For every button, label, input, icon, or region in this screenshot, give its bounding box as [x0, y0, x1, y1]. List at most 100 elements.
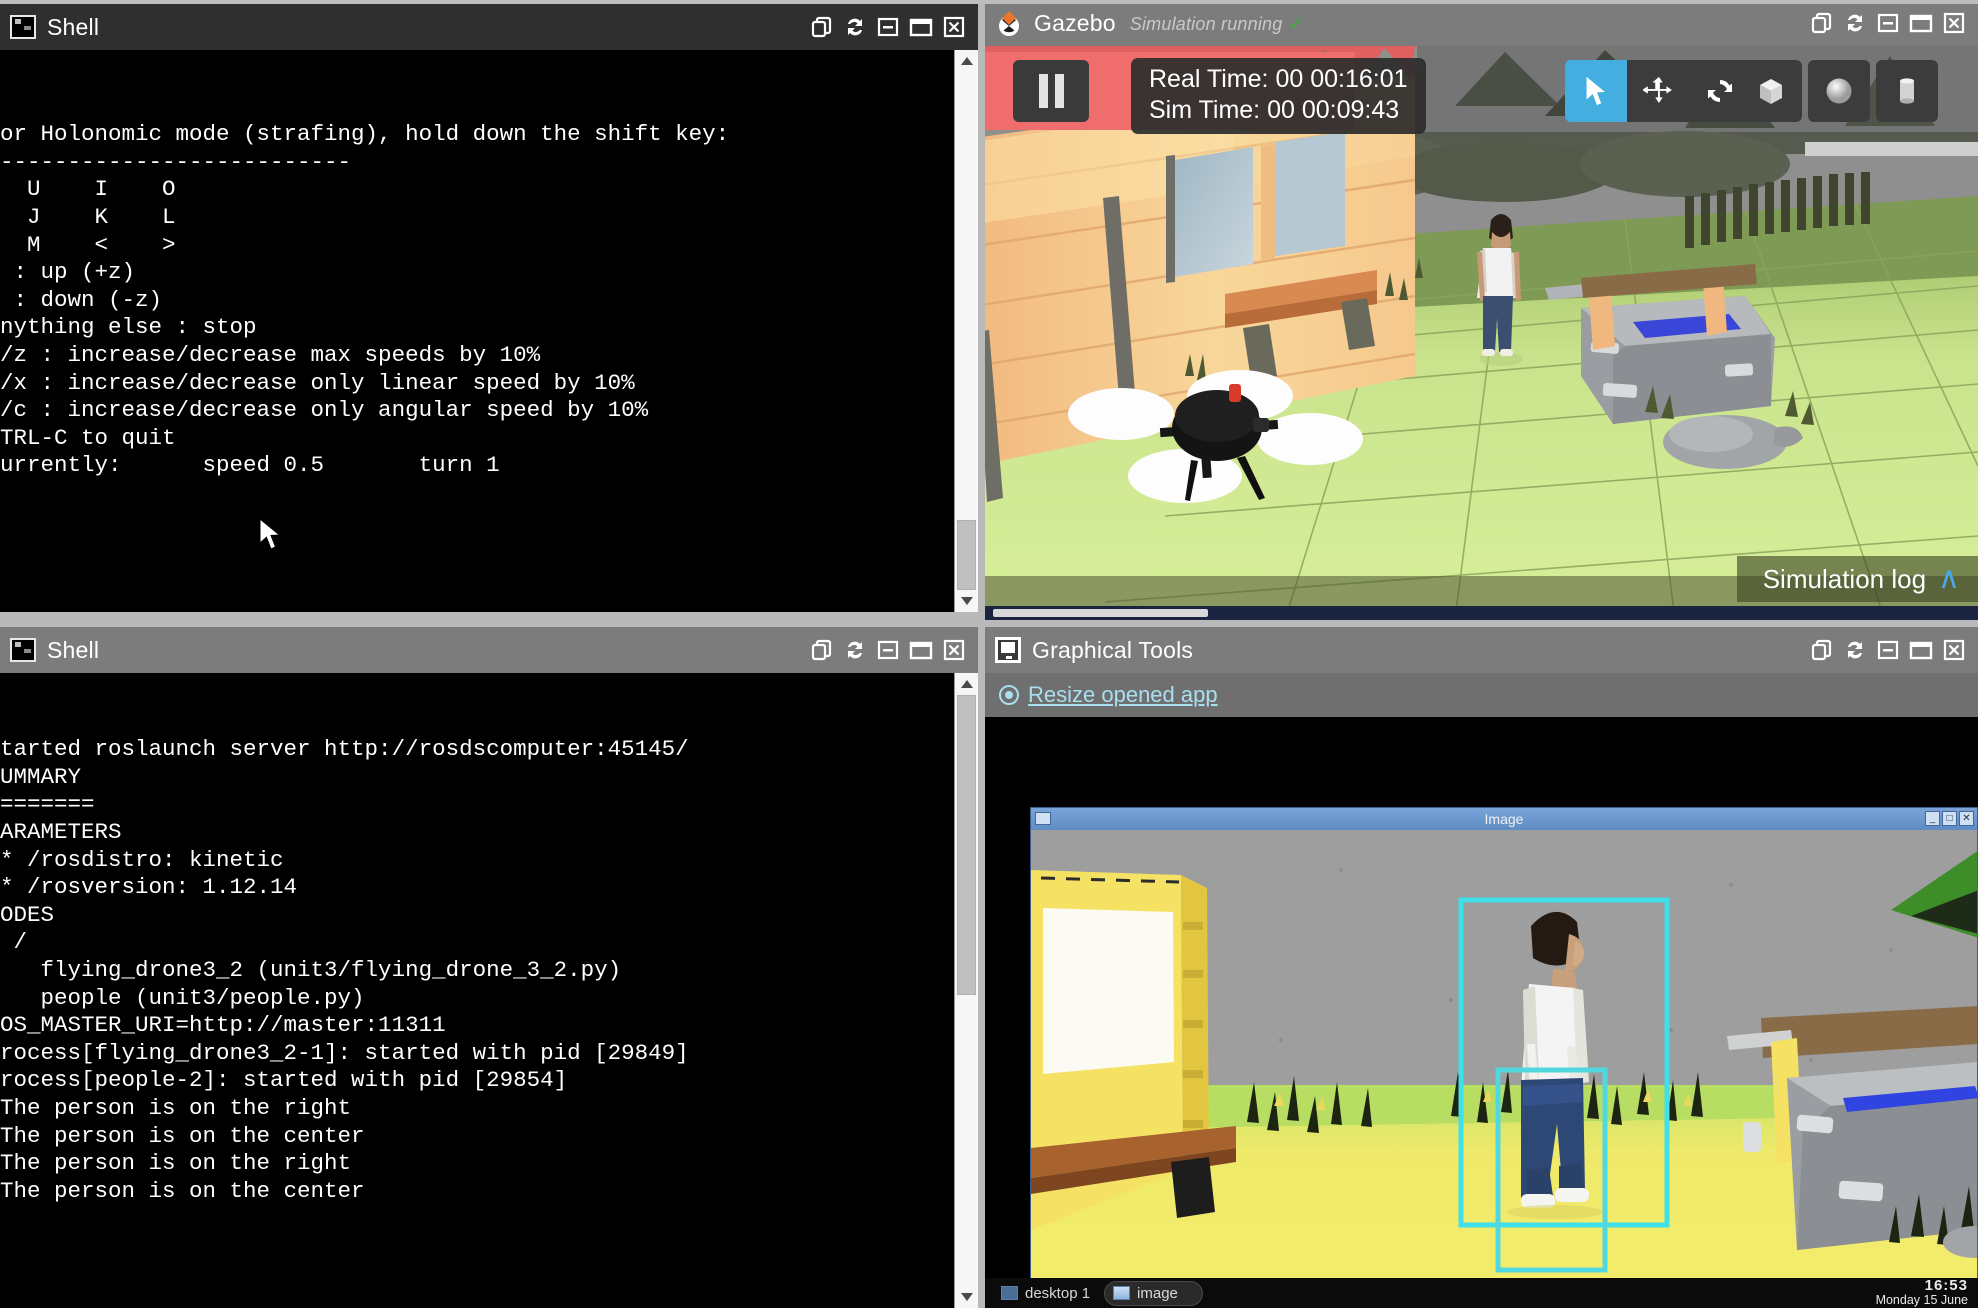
terminal-line: : up (+z) — [0, 259, 136, 286]
scrollbar-thumb[interactable] — [957, 520, 976, 590]
gazebo-transform-tools — [1565, 60, 1751, 122]
gazebo-titlebar[interactable]: Gazebo Simulation running ✓ — [985, 0, 1978, 46]
minimize-icon[interactable] — [1876, 638, 1900, 662]
minimize-icon[interactable] — [1876, 11, 1900, 35]
terminal-line: /x : increase/decrease only linear speed… — [0, 369, 635, 396]
shell-bottom-titlebar[interactable]: Shell — [0, 627, 978, 673]
simulation-log-label: Simulation log — [1762, 563, 1927, 594]
maximize-icon[interactable] — [1909, 11, 1933, 35]
taskbar-item-label: image — [1137, 1284, 1178, 1302]
close-icon[interactable] — [1942, 638, 1966, 662]
restore-icon[interactable] — [810, 638, 834, 662]
restore-icon[interactable] — [1810, 11, 1834, 35]
graphical-tools-window-controls — [1810, 638, 1970, 662]
gazebo-horizontal-scrollbar[interactable] — [985, 606, 1978, 620]
left-horizontal-divider[interactable] — [0, 612, 978, 627]
restore-icon[interactable] — [1810, 638, 1834, 662]
taskbar-item-image[interactable]: image — [1104, 1280, 1203, 1306]
gazebo-hscroll-thumb[interactable] — [993, 609, 1208, 617]
terminal-line: rocess[people-2]: started with pid [2985… — [0, 1067, 568, 1094]
terminal-line: M < > — [0, 231, 176, 258]
restore-icon[interactable] — [810, 15, 834, 39]
terminal-line: tarted roslaunch server http://rosdscomp… — [0, 736, 689, 763]
window-shell-bottom: Shell tarted roslaunch server http://ros… — [0, 627, 978, 1308]
scrollbar-track[interactable] — [955, 695, 978, 1286]
terminal-icon — [10, 15, 36, 39]
maximize-icon[interactable] — [909, 15, 933, 39]
maximize-icon[interactable] — [909, 638, 933, 662]
simulation-log-toggle[interactable]: Simulation log ∧ — [1736, 556, 1978, 602]
terminal-line: UMMARY — [0, 763, 82, 790]
minimize-icon[interactable] — [876, 15, 900, 39]
refresh-icon[interactable] — [1843, 11, 1867, 35]
resize-radio-icon[interactable] — [999, 685, 1019, 705]
vertical-divider[interactable] — [978, 0, 985, 1308]
image-window-title: Image — [1484, 811, 1524, 827]
terminal-icon — [10, 638, 36, 662]
insert-box-shape[interactable] — [1740, 60, 1802, 122]
pause-button[interactable] — [1013, 60, 1089, 122]
scroll-down-icon[interactable] — [955, 590, 978, 612]
scroll-up-icon[interactable] — [955, 50, 978, 72]
terminal-line: The person is on the right — [0, 1150, 352, 1177]
shell-bottom-scrollbar[interactable] — [954, 673, 978, 1308]
maximize-icon[interactable]: □ — [1942, 811, 1957, 826]
maximize-icon[interactable] — [1909, 638, 1933, 662]
shell-top-terminal-text: or Holonomic mode (strafing), hold down … — [0, 105, 978, 480]
terminal-line: urrently: speed 0.5 turn 1 — [0, 452, 500, 479]
terminal-line: ODES — [0, 901, 55, 928]
close-icon[interactable]: ✕ — [1959, 811, 1974, 826]
terminal-line: TRL-C to quit — [0, 424, 176, 451]
sim-time-label: Sim Time: — [1149, 96, 1261, 124]
vnc-taskbar: desktop 1 image 16:53 Monday 15 June — [985, 1278, 1978, 1308]
scrollbar-track[interactable] — [955, 72, 978, 590]
close-icon[interactable] — [1942, 11, 1966, 35]
gazebo-icon — [995, 9, 1023, 37]
scroll-up-icon[interactable] — [955, 673, 978, 695]
refresh-icon[interactable] — [843, 638, 867, 662]
shell-bottom-title: Shell — [47, 636, 100, 663]
drone-camera-feed — [1031, 830, 1977, 1308]
graphical-tools-titlebar[interactable]: Graphical Tools — [985, 627, 1978, 673]
graphical-tools-title: Graphical Tools — [1032, 636, 1194, 663]
real-time-value: 00 00:16:01 — [1275, 65, 1408, 93]
select-tool[interactable] — [1565, 60, 1627, 122]
image-window-titlebar[interactable]: Image _ □ ✕ — [1031, 808, 1977, 830]
vnc-canvas[interactable]: Image _ □ ✕ desktop 1 image 16:53 Monday… — [985, 717, 1978, 1308]
shell-bottom-terminal-text: tarted roslaunch server http://rosdscomp… — [0, 728, 978, 1205]
terminal-line: U I O — [0, 176, 176, 203]
desktop-root: Shell or Holonomic mode (strafing), hold… — [0, 0, 1978, 1308]
minimize-icon[interactable]: _ — [1925, 811, 1940, 826]
gazebo-status: Simulation running ✓ — [1130, 11, 1306, 36]
close-icon[interactable] — [942, 638, 966, 662]
terminal-line: OS_MASTER_URI=http://master:11311 — [0, 1012, 446, 1039]
real-time-label: Real Time: — [1149, 65, 1269, 93]
refresh-icon[interactable] — [843, 15, 867, 39]
resize-opened-app-link[interactable]: Resize opened app — [1028, 682, 1218, 708]
right-horizontal-divider[interactable] — [985, 620, 1978, 627]
shell-top-titlebar[interactable]: Shell — [0, 4, 978, 50]
sim-time-row: Sim Time: 00 00:09:43 — [1149, 95, 1408, 126]
terminal-line: /z : increase/decrease max speeds by 10% — [0, 341, 541, 368]
shell-top-scrollbar[interactable] — [954, 50, 978, 612]
insert-cylinder-shape[interactable] — [1876, 60, 1938, 122]
scroll-down-icon[interactable] — [955, 1286, 978, 1308]
scrollbar-thumb[interactable] — [957, 695, 976, 995]
window-shell-top: Shell or Holonomic mode (strafing), hold… — [0, 4, 978, 612]
close-icon[interactable] — [942, 15, 966, 39]
desktop-switcher[interactable]: desktop 1 — [993, 1283, 1098, 1304]
minimize-icon[interactable] — [876, 638, 900, 662]
status-check-icon: ✓ — [1288, 12, 1306, 35]
translate-tool[interactable] — [1627, 60, 1689, 122]
window-gazebo: Gazebo Simulation running ✓ Real Time: 0… — [985, 0, 1978, 620]
terminal-line: nything else : stop — [0, 314, 257, 341]
insert-sphere-shape[interactable] — [1808, 60, 1870, 122]
clock-date: Monday 15 June — [1875, 1293, 1968, 1307]
shell-top-terminal[interactable]: or Holonomic mode (strafing), hold down … — [0, 50, 978, 612]
shell-top-title: Shell — [47, 13, 100, 40]
shell-bottom-terminal[interactable]: tarted roslaunch server http://rosdscomp… — [0, 673, 978, 1308]
refresh-icon[interactable] — [1843, 638, 1867, 662]
window-menu-icon[interactable] — [1035, 812, 1051, 825]
gazebo-title: Gazebo — [1034, 9, 1116, 36]
gazebo-viewport[interactable]: Real Time: 00 00:16:01 Sim Time: 00 00:0… — [985, 46, 1978, 620]
